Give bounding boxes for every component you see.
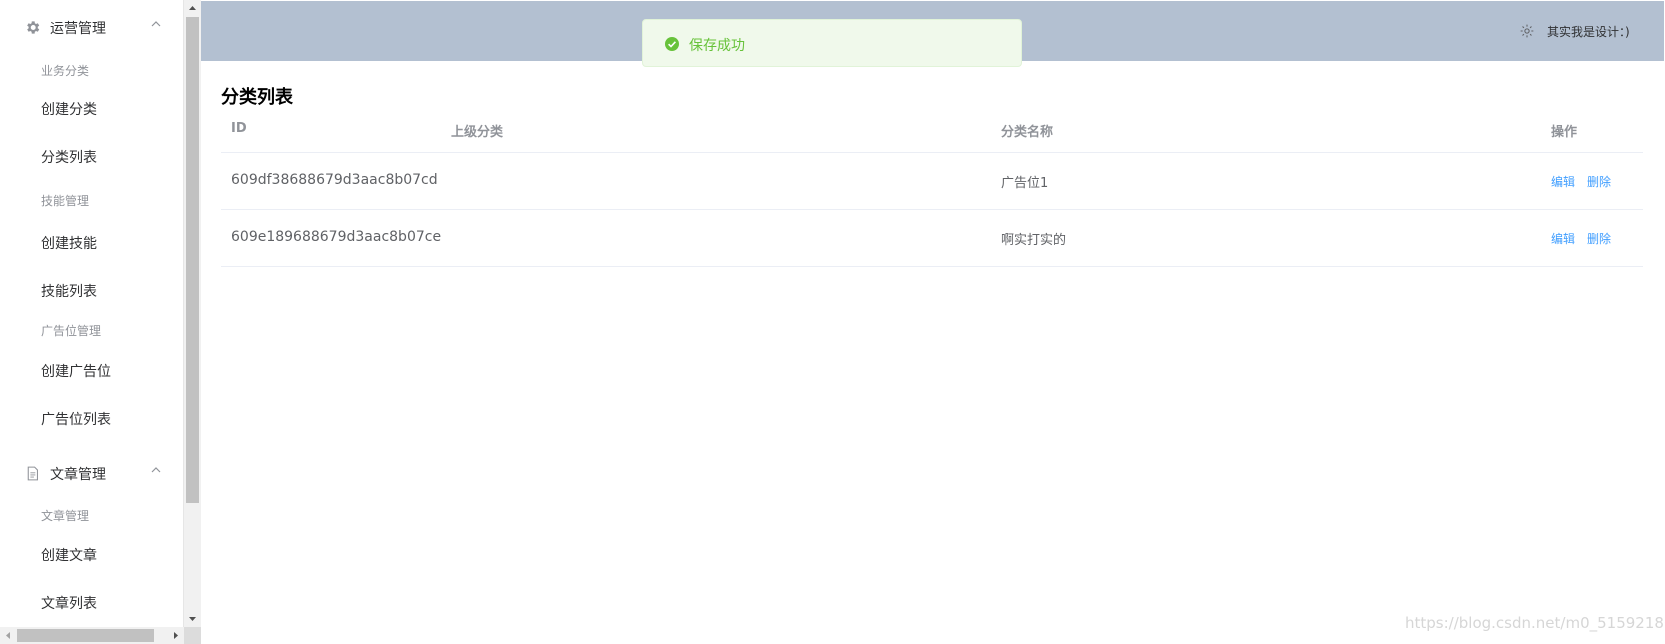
gear-icon[interactable] [1519,23,1535,39]
app: 运营管理 业务分类 创建分类 分类列表 技能管理 创建技能 技能列表 广告位管理… [0,0,1665,644]
menu-group-operations[interactable]: 运营管理 [0,12,183,42]
menu-section-heading: 文章管理 [41,509,90,523]
menu-item-category-list[interactable]: 分类列表 [41,147,97,167]
page-title: 分类列表 [221,87,293,108]
column-header-id: ID [231,121,247,136]
user-name[interactable]: 其实我是设计：) [1547,23,1630,40]
column-header-parent: 上级分类 [451,125,504,140]
menu-item-create-ad-slot[interactable]: 创建广告位 [41,361,111,381]
watermark: https://blog.csdn.net/m0_51592186 [1405,614,1665,632]
menu-item-skill-list[interactable]: 技能列表 [41,281,97,301]
scrollbar-thumb[interactable] [17,629,154,642]
toast-message: 保存成功 [689,38,745,54]
column-header-actions: 操作 [1551,125,1578,140]
sidebar-vertical-scrollbar[interactable] [184,0,201,627]
check-circle-icon [665,37,679,51]
menu-item-create-category[interactable]: 创建分类 [41,99,97,119]
scroll-left-arrow-icon[interactable] [0,627,17,644]
scroll-up-arrow-icon[interactable] [184,0,201,17]
table-row: 609e189688679d3aac8b07ce 啊实打实的 编辑 删除 [221,210,1643,267]
gear-icon [27,21,40,34]
menu-section-heading: 技能管理 [41,194,90,208]
menu-item-create-article[interactable]: 创建文章 [41,545,97,565]
menu-group-articles[interactable]: 文章管理 [0,458,183,488]
menu-group-title: 运营管理 [50,21,106,37]
scrollbar-corner [184,627,201,644]
menu-section-heading: 业务分类 [41,64,90,78]
cell-id: 609df38688679d3aac8b07cd [231,172,438,188]
success-toast: 保存成功 [642,19,1022,67]
menu-group-title: 文章管理 [50,467,106,483]
table-row: 609df38688679d3aac8b07cd 广告位1 编辑 删除 [221,153,1643,210]
edit-button[interactable]: 编辑 [1551,173,1575,190]
delete-button[interactable]: 删除 [1587,230,1611,247]
menu-item-create-skill[interactable]: 创建技能 [41,233,97,253]
edit-button[interactable]: 编辑 [1551,230,1575,247]
sidebar-horizontal-scrollbar[interactable] [0,627,184,644]
menu-item-article-list[interactable]: 文章列表 [41,593,97,613]
cell-name: 广告位1 [1001,176,1049,191]
chevron-up-icon [151,21,161,27]
menu-section-heading: 广告位管理 [41,324,102,338]
main-content: 分类列表 ID 上级分类 分类名称 操作 609df38688679d3aac8… [201,61,1664,644]
scroll-down-arrow-icon[interactable] [184,610,201,627]
delete-button[interactable]: 删除 [1587,173,1611,190]
scroll-right-arrow-icon[interactable] [167,627,184,644]
cell-id: 609e189688679d3aac8b07ce [231,229,442,245]
table-header: ID 上级分类 分类名称 操作 [221,109,1643,153]
cell-name: 啊实打实的 [1001,233,1067,248]
document-icon [27,466,38,481]
menu-item-ad-slot-list[interactable]: 广告位列表 [41,409,111,429]
sidebar: 运营管理 业务分类 创建分类 分类列表 技能管理 创建技能 技能列表 广告位管理… [0,0,184,627]
chevron-up-icon [151,467,161,473]
column-header-name: 分类名称 [1001,125,1054,140]
category-table: ID 上级分类 分类名称 操作 609df38688679d3aac8b07cd… [221,109,1643,267]
scrollbar-thumb[interactable] [186,17,199,503]
